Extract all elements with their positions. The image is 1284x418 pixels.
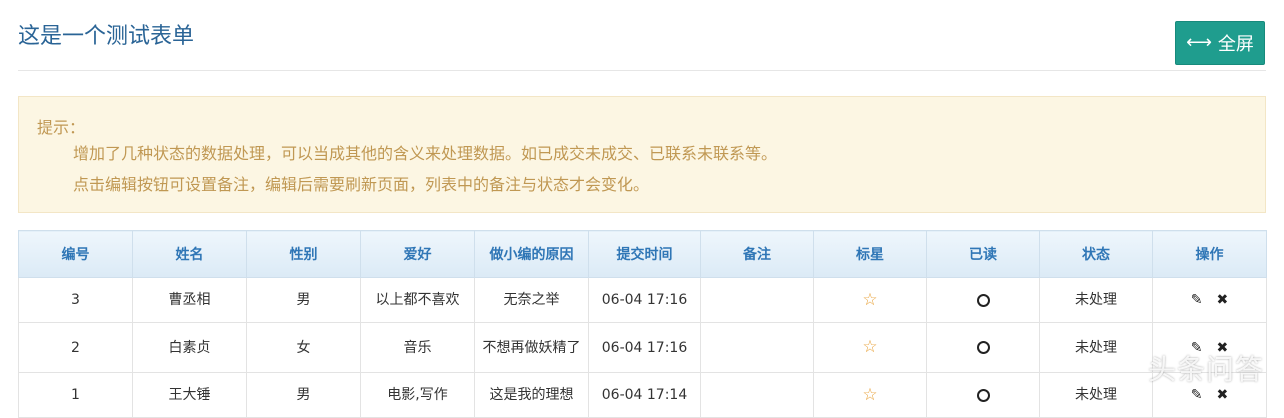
unread-circle-icon[interactable] bbox=[976, 388, 990, 402]
cell-reason: 这是我的理想 bbox=[474, 372, 589, 418]
column-header-hobby[interactable]: 爱好 bbox=[360, 230, 475, 278]
cell-read bbox=[926, 372, 1040, 418]
table-header-row: 编号 姓名 性别 爱好 做小编的原因 提交时间 备注 标星 已读 状态 操作 bbox=[18, 230, 1267, 278]
column-header-reason[interactable]: 做小编的原因 bbox=[474, 230, 589, 278]
column-header-read[interactable]: 已读 bbox=[926, 230, 1040, 278]
cell-actions: ✎ ✖ bbox=[1152, 372, 1267, 418]
column-header-time[interactable]: 提交时间 bbox=[588, 230, 701, 278]
table-row: 1 王大锤 男 电影,写作 这是我的理想 06-04 17:14 ☆ 未处理 ✎… bbox=[18, 372, 1267, 418]
notice-line-2: 点击编辑按钮可设置备注，编辑后需要刷新页面，列表中的备注与状态才会变化。 bbox=[73, 175, 650, 194]
cell-read bbox=[926, 277, 1040, 323]
close-icon[interactable]: ✖ bbox=[1217, 386, 1229, 404]
cell-note bbox=[700, 277, 814, 323]
cell-read bbox=[926, 322, 1040, 373]
notice-box: 提示： 增加了几种状态的数据处理，可以当成其他的含义来处理数据。如已成交未成交、… bbox=[18, 96, 1266, 213]
pencil-icon[interactable]: ✎ bbox=[1191, 339, 1203, 357]
title-divider bbox=[18, 70, 1266, 71]
left-right-arrow-icon: ⟷ bbox=[1186, 32, 1212, 53]
unread-circle-icon[interactable] bbox=[976, 293, 990, 307]
column-header-star[interactable]: 标星 bbox=[813, 230, 927, 278]
cell-reason: 不想再做妖精了 bbox=[474, 322, 589, 373]
cell-id: 1 bbox=[18, 372, 133, 418]
column-header-status[interactable]: 状态 bbox=[1039, 230, 1153, 278]
close-icon[interactable]: ✖ bbox=[1217, 339, 1229, 357]
cell-actions: ✎ ✖ bbox=[1152, 277, 1267, 323]
cell-time: 06-04 17:14 bbox=[588, 372, 701, 418]
cell-status: 未处理 bbox=[1039, 372, 1153, 418]
cell-name: 白素贞 bbox=[132, 322, 247, 373]
cell-hobby: 音乐 bbox=[360, 322, 475, 373]
cell-name: 王大锤 bbox=[132, 372, 247, 418]
cell-status: 未处理 bbox=[1039, 277, 1153, 323]
column-header-gender[interactable]: 性别 bbox=[246, 230, 361, 278]
column-header-note[interactable]: 备注 bbox=[700, 230, 814, 278]
cell-star: ☆ bbox=[813, 322, 927, 373]
cell-note bbox=[700, 322, 814, 373]
fullscreen-button[interactable]: ⟷ 全屏 bbox=[1175, 21, 1265, 65]
star-icon[interactable]: ☆ bbox=[862, 290, 877, 310]
cell-id: 3 bbox=[18, 277, 133, 323]
cell-status: 未处理 bbox=[1039, 322, 1153, 373]
cell-name: 曹丞相 bbox=[132, 277, 247, 323]
cell-gender: 男 bbox=[246, 372, 361, 418]
cell-star: ☆ bbox=[813, 372, 927, 418]
close-icon[interactable]: ✖ bbox=[1217, 291, 1229, 309]
star-icon[interactable]: ☆ bbox=[862, 385, 877, 405]
notice-line-1: 增加了几种状态的数据处理，可以当成其他的含义来处理数据。如已成交未成交、已联系未… bbox=[73, 144, 778, 163]
page-title: 这是一个测试表单 bbox=[18, 24, 195, 49]
cell-reason: 无奈之举 bbox=[474, 277, 589, 323]
pencil-icon[interactable]: ✎ bbox=[1191, 386, 1203, 404]
cell-actions: ✎ ✖ bbox=[1152, 322, 1267, 373]
cell-gender: 男 bbox=[246, 277, 361, 323]
star-icon[interactable]: ☆ bbox=[862, 337, 877, 357]
cell-hobby: 以上都不喜欢 bbox=[360, 277, 475, 323]
cell-star: ☆ bbox=[813, 277, 927, 323]
cell-id: 2 bbox=[18, 322, 133, 373]
table-row: 2 白素贞 女 音乐 不想再做妖精了 06-04 17:16 ☆ 未处理 ✎ ✖ bbox=[18, 322, 1267, 373]
column-header-actions: 操作 bbox=[1152, 230, 1267, 278]
fullscreen-label: 全屏 bbox=[1217, 34, 1254, 55]
pencil-icon[interactable]: ✎ bbox=[1191, 291, 1203, 309]
unread-circle-icon[interactable] bbox=[976, 341, 990, 354]
column-header-name[interactable]: 姓名 bbox=[132, 230, 247, 278]
column-header-id[interactable]: 编号 bbox=[18, 230, 133, 278]
submissions-table: 编号 姓名 性别 爱好 做小编的原因 提交时间 备注 标星 已读 状态 操作 3… bbox=[18, 230, 1267, 418]
table-row: 3 曹丞相 男 以上都不喜欢 无奈之举 06-04 17:16 ☆ 未处理 ✎ … bbox=[18, 277, 1267, 323]
cell-time: 06-04 17:16 bbox=[588, 277, 701, 323]
cell-hobby: 电影,写作 bbox=[360, 372, 475, 418]
cell-time: 06-04 17:16 bbox=[588, 322, 701, 373]
cell-note bbox=[700, 372, 814, 418]
cell-gender: 女 bbox=[246, 322, 361, 373]
